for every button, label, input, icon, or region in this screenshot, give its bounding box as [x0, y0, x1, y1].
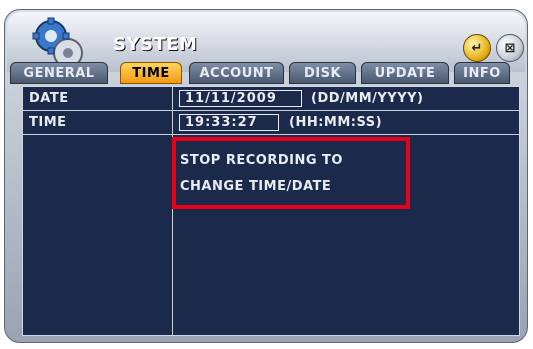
tab-info[interactable]: INFO	[454, 62, 510, 84]
highlight-box	[172, 137, 410, 209]
window-title: SYSTEM	[113, 34, 198, 55]
enter-icon: ↵	[471, 40, 483, 56]
time-label: TIME	[29, 115, 67, 130]
date-label: DATE	[29, 91, 69, 106]
time-settings-panel: DATE 11/11/2009 (DD/MM/YYYY) TIME 19:33:…	[22, 86, 520, 336]
tab-time[interactable]: TIME	[120, 62, 182, 84]
date-row: DATE 11/11/2009 (DD/MM/YYYY)	[23, 87, 519, 111]
enter-button[interactable]: ↵	[463, 34, 491, 62]
time-format: (HH:MM:SS)	[289, 115, 383, 130]
close-icon: ⊠	[504, 40, 516, 56]
tab-update[interactable]: UPDATE	[361, 62, 449, 84]
date-format: (DD/MM/YYYY)	[311, 91, 424, 106]
tab-disk[interactable]: DISK	[289, 62, 356, 84]
close-button[interactable]: ⊠	[496, 34, 524, 62]
tab-general[interactable]: GENERAL	[10, 62, 108, 84]
time-row: TIME 19:33:27 (HH:MM:SS)	[23, 111, 519, 135]
date-field[interactable]: 11/11/2009	[179, 90, 302, 107]
time-field[interactable]: 19:33:27	[179, 114, 279, 131]
tab-account[interactable]: ACCOUNT	[189, 62, 284, 84]
